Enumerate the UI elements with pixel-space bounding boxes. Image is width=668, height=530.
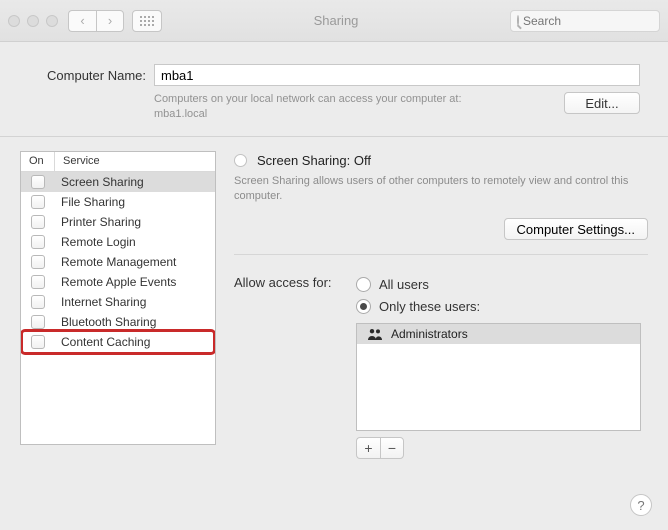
grid-icon [140, 16, 154, 26]
services-header: On Service [21, 152, 215, 172]
nav-buttons: ‹ › [68, 10, 124, 32]
service-checkbox[interactable] [31, 255, 45, 269]
zoom-icon[interactable] [46, 15, 58, 27]
access-all-label: All users [379, 277, 429, 292]
service-checkbox[interactable] [31, 315, 45, 329]
service-label: Remote Apple Events [55, 275, 215, 289]
service-label: Internet Sharing [55, 295, 215, 309]
radio-icon [356, 299, 371, 314]
add-user-button[interactable]: + [356, 437, 380, 459]
service-checkbox[interactable] [31, 335, 45, 349]
access-label: Allow access for: [234, 273, 356, 459]
computer-name-input[interactable] [154, 64, 640, 86]
search-input[interactable] [523, 14, 668, 28]
computer-settings-button[interactable]: Computer Settings... [504, 218, 649, 240]
service-checkbox[interactable] [31, 215, 45, 229]
service-label: Bluetooth Sharing [55, 315, 215, 329]
search-field[interactable] [510, 10, 660, 32]
user-name: Administrators [391, 327, 468, 341]
remove-user-button[interactable]: − [380, 437, 404, 459]
status-indicator-icon [234, 154, 247, 167]
titlebar: ‹ › Sharing [0, 0, 668, 42]
minimize-icon[interactable] [27, 15, 39, 27]
service-row[interactable]: Internet Sharing [21, 292, 215, 312]
service-label: Remote Login [55, 235, 215, 249]
edit-button[interactable]: Edit... [564, 92, 640, 114]
services-list: Screen Sharing File Sharing Printer Sharin… [21, 172, 215, 444]
service-checkbox[interactable] [31, 295, 45, 309]
service-row[interactable]: Remote Login [21, 232, 215, 252]
service-label: Content Caching [55, 335, 215, 349]
detail-pane: Screen Sharing: Off Screen Sharing allow… [234, 151, 648, 460]
computer-name-label: Computer Name: [28, 68, 146, 83]
back-button[interactable]: ‹ [68, 10, 96, 32]
header-on[interactable]: On [21, 152, 55, 171]
service-row[interactable]: Remote Management [21, 252, 215, 272]
service-checkbox[interactable] [31, 275, 45, 289]
service-row[interactable]: Remote Apple Events [21, 272, 215, 292]
service-row[interactable]: Printer Sharing [21, 212, 215, 232]
service-description: Screen Sharing allows users of other com… [234, 174, 648, 205]
computer-name-section: Computer Name: Computers on your local n… [0, 42, 668, 137]
service-label: Printer Sharing [55, 215, 215, 229]
traffic-lights [8, 15, 58, 27]
access-only-users[interactable]: Only these users: [356, 295, 648, 317]
show-all-button[interactable] [132, 10, 162, 32]
service-label: Screen Sharing [55, 175, 215, 189]
computer-name-note: Computers on your local network can acce… [154, 92, 548, 122]
search-icon [517, 15, 519, 26]
help-button[interactable]: ? [630, 494, 652, 516]
service-row[interactable]: Content Caching [21, 332, 215, 352]
access-all-users[interactable]: All users [356, 273, 648, 295]
user-row[interactable]: Administrators [357, 324, 640, 344]
service-label: File Sharing [55, 195, 215, 209]
forward-button[interactable]: › [96, 10, 124, 32]
users-list[interactable]: Administrators [356, 323, 641, 431]
service-checkbox[interactable] [31, 175, 45, 189]
service-label: Remote Management [55, 255, 215, 269]
service-row[interactable]: Screen Sharing [21, 172, 215, 192]
window-title: Sharing [162, 13, 510, 28]
service-row[interactable]: Bluetooth Sharing [21, 312, 215, 332]
radio-icon [356, 277, 371, 292]
close-icon[interactable] [8, 15, 20, 27]
users-icon [367, 328, 383, 340]
service-checkbox[interactable] [31, 195, 45, 209]
service-row[interactable]: File Sharing [21, 192, 215, 212]
services-panel: On Service Screen Sharing File Sharing Pri… [20, 151, 216, 445]
service-checkbox[interactable] [31, 235, 45, 249]
service-status: Screen Sharing: Off [257, 153, 371, 168]
header-service[interactable]: Service [55, 152, 215, 171]
access-only-label: Only these users: [379, 299, 480, 314]
